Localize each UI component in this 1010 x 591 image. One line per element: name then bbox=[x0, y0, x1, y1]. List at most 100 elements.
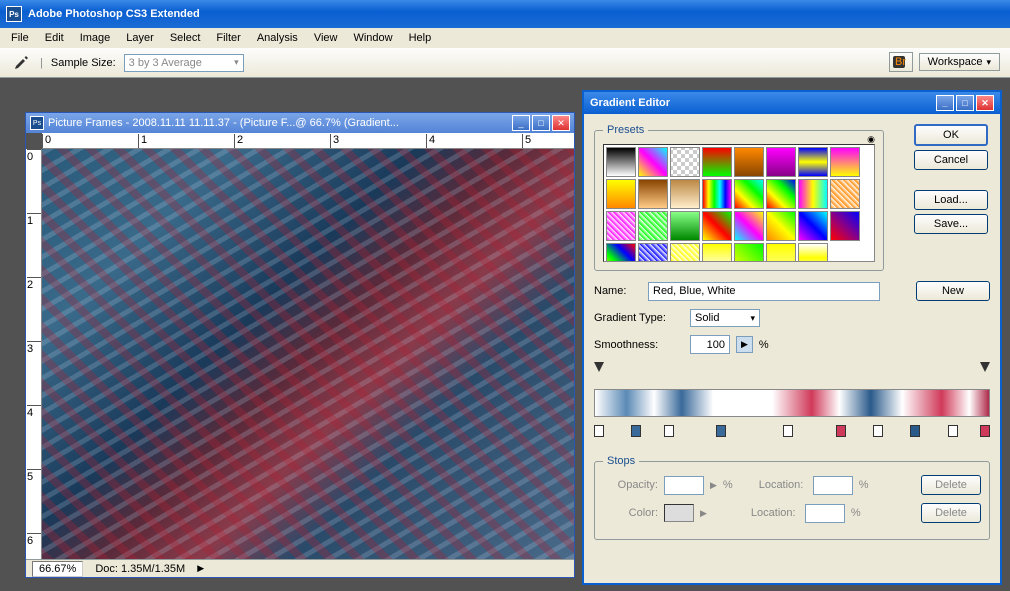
menu-edit[interactable]: Edit bbox=[38, 30, 71, 46]
preset-swatch[interactable] bbox=[798, 179, 828, 209]
preset-swatch[interactable] bbox=[798, 243, 828, 262]
menu-bar: FileEditImageLayerSelectFilterAnalysisVi… bbox=[0, 28, 1010, 48]
preset-swatch[interactable] bbox=[702, 243, 732, 262]
gradient-type-select[interactable]: Solid▾ bbox=[690, 309, 760, 327]
save-button[interactable]: Save... bbox=[914, 214, 988, 234]
app-icon: Ps bbox=[6, 6, 22, 22]
location-label-2: Location: bbox=[751, 507, 799, 519]
menu-filter[interactable]: Filter bbox=[209, 30, 247, 46]
doc-icon: Ps bbox=[30, 116, 44, 130]
preset-swatch[interactable] bbox=[766, 243, 796, 262]
menu-file[interactable]: File bbox=[4, 30, 36, 46]
presets-fieldset: Presets ◉ bbox=[594, 124, 884, 271]
preset-swatch[interactable] bbox=[734, 243, 764, 262]
preset-swatch[interactable] bbox=[638, 211, 668, 241]
menu-analysis[interactable]: Analysis bbox=[250, 30, 305, 46]
preset-swatch[interactable] bbox=[702, 211, 732, 241]
preset-swatch[interactable] bbox=[670, 147, 700, 177]
zoom-level[interactable]: 66.67% bbox=[32, 561, 83, 577]
color-stop[interactable] bbox=[948, 425, 958, 437]
load-button[interactable]: Load... bbox=[914, 190, 988, 210]
location-label: Location: bbox=[759, 479, 807, 491]
preset-swatch[interactable] bbox=[606, 243, 636, 262]
color-stop[interactable] bbox=[873, 425, 883, 437]
cancel-button[interactable]: Cancel bbox=[914, 150, 988, 170]
bridge-button[interactable]: Br bbox=[889, 52, 913, 72]
preset-swatch[interactable] bbox=[766, 211, 796, 241]
smoothness-arrow-icon[interactable]: ▶ bbox=[736, 336, 753, 353]
gradient-name-input[interactable] bbox=[648, 282, 880, 301]
doc-info: Doc: 1.35M/1.35M bbox=[95, 563, 185, 575]
preset-swatch[interactable] bbox=[606, 147, 636, 177]
canvas-image[interactable] bbox=[42, 149, 574, 559]
minimize-icon[interactable]: _ bbox=[512, 115, 530, 131]
gradient-editor-dialog: Gradient Editor _ □ ✕ OK Cancel Load... … bbox=[582, 90, 1002, 585]
preset-swatch[interactable] bbox=[638, 179, 668, 209]
ruler-vertical: 0123456 bbox=[26, 149, 42, 559]
status-bar: 66.67% Doc: 1.35M/1.35M ▶ bbox=[26, 559, 574, 577]
preset-swatch[interactable] bbox=[798, 147, 828, 177]
preset-swatch[interactable] bbox=[766, 147, 796, 177]
opacity-input bbox=[664, 476, 704, 495]
color-stop[interactable] bbox=[910, 425, 920, 437]
workspace-menu[interactable]: Workspace ▾ bbox=[919, 53, 1000, 71]
preset-swatch[interactable] bbox=[734, 211, 764, 241]
presets-flyout-icon[interactable]: ◉ bbox=[867, 134, 875, 145]
menu-layer[interactable]: Layer bbox=[119, 30, 161, 46]
preset-swatch[interactable] bbox=[702, 179, 732, 209]
sample-size-select[interactable]: 3 by 3 Average▾ bbox=[124, 54, 244, 72]
opacity-location-input bbox=[813, 476, 853, 495]
preset-swatch[interactable] bbox=[702, 147, 732, 177]
color-stop[interactable] bbox=[716, 425, 726, 437]
dialog-maximize-icon[interactable]: □ bbox=[956, 95, 974, 111]
percent-label: % bbox=[759, 339, 769, 351]
document-window: Ps Picture Frames - 2008.11.11 11.11.37 … bbox=[25, 112, 575, 578]
menu-help[interactable]: Help bbox=[402, 30, 439, 46]
doc-title: Picture Frames - 2008.11.11 11.11.37 - (… bbox=[48, 117, 512, 129]
close-icon[interactable]: ✕ bbox=[552, 115, 570, 131]
gradient-preview[interactable] bbox=[594, 389, 990, 417]
opacity-stop[interactable] bbox=[594, 362, 604, 372]
smoothness-label: Smoothness: bbox=[594, 339, 684, 351]
color-stop[interactable] bbox=[836, 425, 846, 437]
color-stop[interactable] bbox=[594, 425, 604, 437]
preset-swatch[interactable] bbox=[766, 179, 796, 209]
stops-label: Stops bbox=[603, 455, 639, 467]
preset-swatch[interactable] bbox=[830, 211, 860, 241]
maximize-icon[interactable]: □ bbox=[532, 115, 550, 131]
color-stop[interactable] bbox=[631, 425, 641, 437]
preset-swatch[interactable] bbox=[670, 179, 700, 209]
new-button[interactable]: New bbox=[916, 281, 990, 301]
menu-select[interactable]: Select bbox=[163, 30, 208, 46]
preset-swatch[interactable] bbox=[670, 211, 700, 241]
dialog-minimize-icon[interactable]: _ bbox=[936, 95, 954, 111]
delete-opacity-stop-button: Delete bbox=[921, 475, 981, 495]
gradient-type-label: Gradient Type: bbox=[594, 312, 684, 324]
preset-swatch[interactable] bbox=[670, 243, 700, 262]
color-stop[interactable] bbox=[664, 425, 674, 437]
color-location-input bbox=[805, 504, 845, 523]
ok-button[interactable]: OK bbox=[914, 124, 988, 146]
color-stop[interactable] bbox=[783, 425, 793, 437]
preset-swatch[interactable] bbox=[830, 179, 860, 209]
preset-swatch[interactable] bbox=[734, 147, 764, 177]
preset-swatch[interactable] bbox=[734, 179, 764, 209]
preset-swatch[interactable] bbox=[830, 147, 860, 177]
info-arrow-icon[interactable]: ▶ bbox=[197, 563, 204, 574]
preset-swatch[interactable] bbox=[638, 243, 668, 262]
smoothness-input[interactable] bbox=[690, 335, 730, 354]
menu-image[interactable]: Image bbox=[73, 30, 118, 46]
eyedropper-tool-icon[interactable] bbox=[10, 52, 32, 74]
preset-swatch[interactable] bbox=[798, 211, 828, 241]
menu-view[interactable]: View bbox=[307, 30, 345, 46]
menu-window[interactable]: Window bbox=[346, 30, 399, 46]
preset-swatch[interactable] bbox=[638, 147, 668, 177]
opacity-stop[interactable] bbox=[980, 362, 990, 372]
dialog-close-icon[interactable]: ✕ bbox=[976, 95, 994, 111]
app-title: Adobe Photoshop CS3 Extended bbox=[28, 8, 200, 20]
preset-swatch[interactable] bbox=[606, 211, 636, 241]
delete-color-stop-button: Delete bbox=[921, 503, 981, 523]
color-stop[interactable] bbox=[980, 425, 990, 437]
preset-swatches bbox=[603, 144, 875, 262]
preset-swatch[interactable] bbox=[606, 179, 636, 209]
